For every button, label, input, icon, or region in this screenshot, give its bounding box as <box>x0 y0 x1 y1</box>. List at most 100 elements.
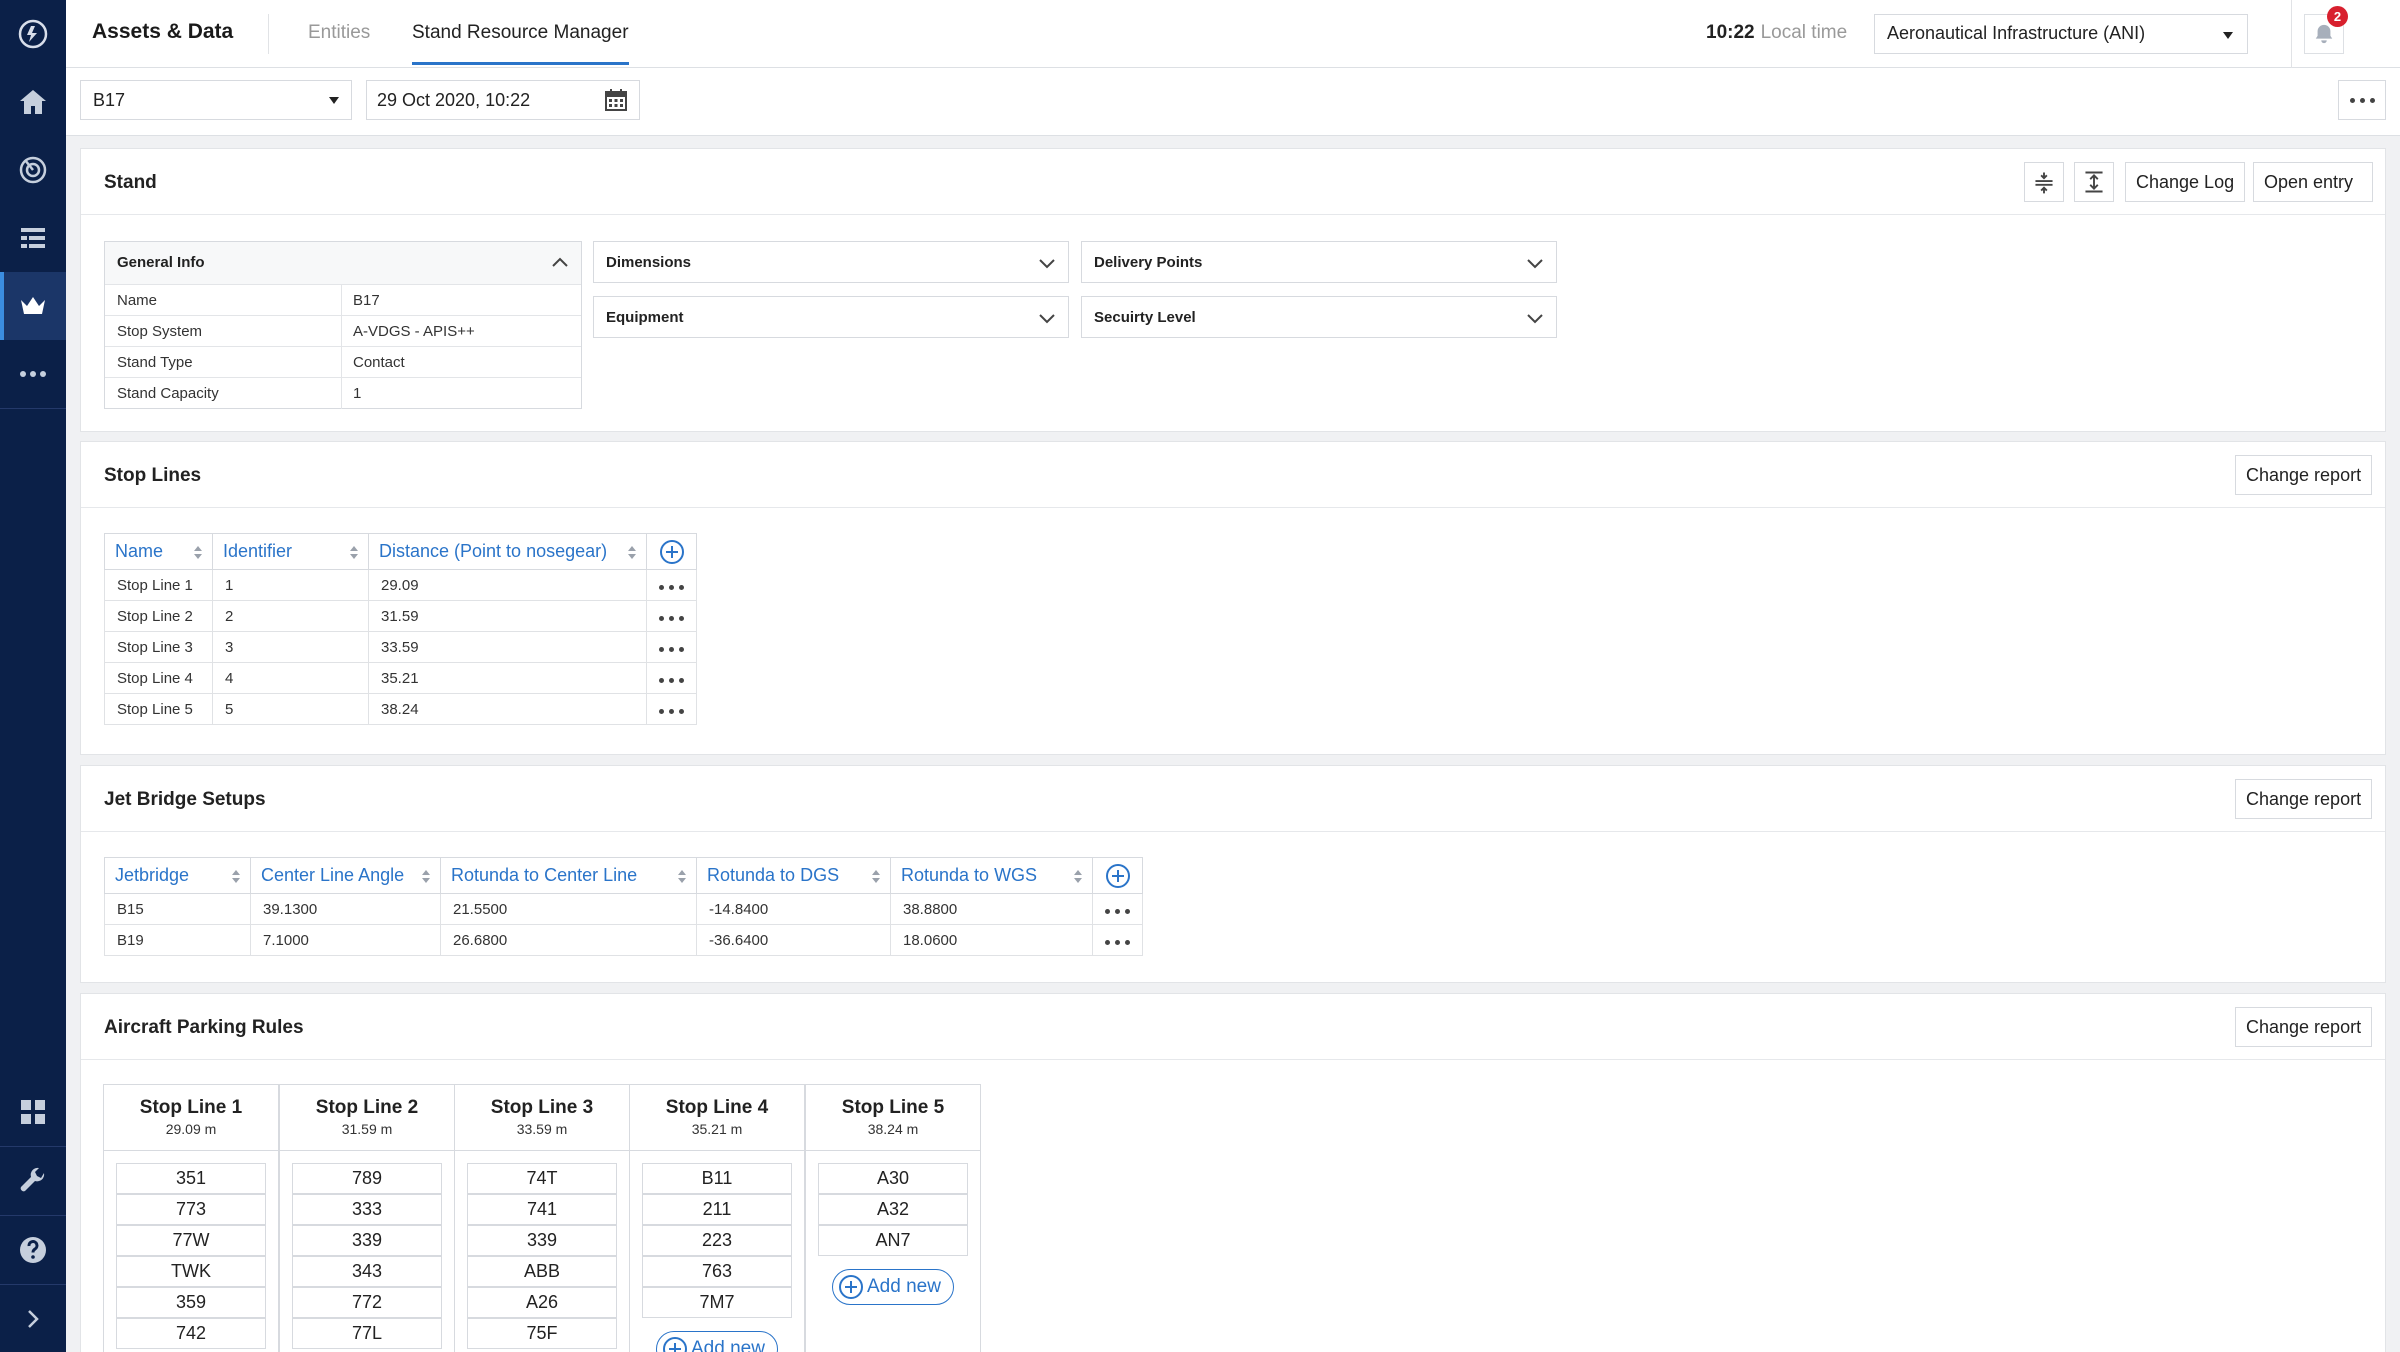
radar-icon[interactable] <box>0 136 66 204</box>
general-info-row: Name B17 <box>105 284 581 316</box>
aircraft-chip[interactable]: 772 <box>292 1287 442 1318</box>
expand-all-button[interactable] <box>2074 162 2114 202</box>
parking-rules-change-report-button[interactable]: Change report <box>2235 1007 2373 1047</box>
aircraft-chip[interactable]: 742 <box>116 1318 266 1349</box>
equipment-title: Equipment <box>606 309 684 326</box>
aircraft-chip[interactable]: 351 <box>116 1163 266 1194</box>
column-header-rotunda-dgs[interactable]: Rotunda to DGS <box>696 857 891 894</box>
aircraft-chip[interactable]: A26 <box>467 1287 617 1318</box>
general-info-card: General Info Name B17 Stop System A-VDGS -… <box>104 241 582 409</box>
open-entry-button[interactable]: Open entry <box>2253 162 2373 202</box>
aircraft-chip[interactable]: ABB <box>467 1256 617 1287</box>
aircraft-chip[interactable]: 77L <box>292 1318 442 1349</box>
row-more-button[interactable] <box>646 693 697 725</box>
column-label: Center Line Angle <box>261 865 405 885</box>
table-row: Stop Line 2 2 31.59 <box>104 600 697 632</box>
aircraft-chip[interactable]: A32 <box>818 1194 968 1225</box>
stop-line-name: Stop Line 1 <box>139 1097 243 1118</box>
crown-icon[interactable] <box>0 272 66 340</box>
bell-icon <box>2315 24 2333 44</box>
general-info-row: Stop System A-VDGS - APIS++ <box>105 315 581 347</box>
expand-icon <box>2085 171 2103 193</box>
sort-icon <box>628 546 636 560</box>
wrench-icon[interactable] <box>0 1147 66 1215</box>
table-row: Stop Line 1 1 29.09 <box>104 569 697 601</box>
add-row-button[interactable] <box>1092 857 1143 894</box>
field-value: A-VDGS - APIS++ <box>353 323 475 340</box>
aircraft-chip[interactable]: 7M7 <box>642 1287 792 1318</box>
add-new-aircraft-button[interactable]: Add new <box>832 1269 954 1305</box>
aircraft-chip[interactable]: A30 <box>818 1163 968 1194</box>
table-row: Stop Line 5 5 38.24 <box>104 693 697 725</box>
stop-lines-change-report-button[interactable]: Change report <box>2235 455 2373 495</box>
aircraft-chip[interactable]: TWK <box>116 1256 266 1287</box>
row-more-button[interactable] <box>646 600 697 632</box>
stand-select[interactable]: B17 <box>80 80 352 120</box>
aircraft-chip[interactable]: 339 <box>467 1225 617 1256</box>
general-info-header[interactable]: General Info <box>105 242 581 284</box>
date-input[interactable] <box>366 80 640 120</box>
list-view-icon[interactable] <box>0 204 66 272</box>
toolbar-more-button[interactable] <box>2338 80 2386 120</box>
column-label: Jetbridge <box>115 865 190 885</box>
field-value: Contact <box>353 354 405 371</box>
row-more-button[interactable] <box>1092 893 1143 925</box>
logo-icon[interactable] <box>0 0 66 68</box>
cell-dgs: -36.6400 <box>696 924 891 956</box>
chevron-down-icon <box>329 97 339 104</box>
column-header-name[interactable]: Name <box>104 533 213 570</box>
cell-angle: 7.1000 <box>250 924 441 956</box>
apps-grid-icon[interactable] <box>0 1078 66 1146</box>
time-value: 10:22 <box>1706 22 1755 43</box>
aircraft-chip[interactable]: 333 <box>292 1194 442 1225</box>
calendar-icon[interactable] <box>604 88 628 112</box>
more-options-icon <box>659 584 684 590</box>
tab-stand-resource-manager[interactable]: Stand Resource Manager <box>412 22 629 65</box>
aircraft-chip[interactable]: 74T <box>467 1163 617 1194</box>
add-row-button[interactable] <box>646 533 697 570</box>
organization-select[interactable]: Aeronautical Infrastructure (ANI) <box>1874 14 2248 54</box>
change-log-button[interactable]: Change Log <box>2125 162 2246 202</box>
row-more-button[interactable] <box>1092 924 1143 956</box>
expand-sidebar-icon[interactable] <box>0 1285 66 1352</box>
aircraft-chip[interactable]: B11 <box>642 1163 792 1194</box>
delivery-points-accordion[interactable]: Delivery Points <box>1081 241 1557 283</box>
aircraft-chip[interactable]: 763 <box>642 1256 792 1287</box>
aircraft-chip[interactable]: 741 <box>467 1194 617 1225</box>
table-row: B15 39.1300 21.5500 -14.8400 38.8800 <box>104 893 1143 925</box>
column-header-jetbridge[interactable]: Jetbridge <box>104 857 251 894</box>
aircraft-chip[interactable]: 773 <box>116 1194 266 1225</box>
home-icon[interactable] <box>0 68 66 136</box>
dimensions-accordion[interactable]: Dimensions <box>593 241 1069 283</box>
security-level-accordion[interactable]: Secuirty Level <box>1081 296 1557 338</box>
column-header-distance[interactable]: Distance (Point to nosegear) <box>368 533 647 570</box>
row-more-button[interactable] <box>646 662 697 694</box>
aircraft-chip[interactable]: 77W <box>116 1225 266 1256</box>
jet-bridge-change-report-button[interactable]: Change report <box>2235 779 2373 819</box>
more-nav-icon[interactable] <box>0 340 66 408</box>
aircraft-chip[interactable]: 359 <box>116 1287 266 1318</box>
column-header-rotunda-center-line[interactable]: Rotunda to Center Line <box>440 857 697 894</box>
equipment-accordion[interactable]: Equipment <box>593 296 1069 338</box>
row-more-button[interactable] <box>646 631 697 663</box>
aircraft-chip[interactable]: 211 <box>642 1194 792 1225</box>
column-header-center-line-angle[interactable]: Center Line Angle <box>250 857 441 894</box>
column-header-identifier[interactable]: Identifier <box>212 533 369 570</box>
aircraft-chip[interactable]: 789 <box>292 1163 442 1194</box>
cell-name: Stop Line 3 <box>104 631 213 663</box>
aircraft-chip[interactable]: 75F <box>467 1318 617 1349</box>
jet-bridge-table: Jetbridge Center Line Angle Rotunda to C… <box>104 857 1143 956</box>
collapse-all-button[interactable] <box>2024 162 2064 202</box>
aircraft-chip[interactable]: 223 <box>642 1225 792 1256</box>
row-more-button[interactable] <box>646 569 697 601</box>
notification-badge: 2 <box>2327 6 2348 27</box>
cell-dgs: -14.8400 <box>696 893 891 925</box>
add-new-aircraft-button[interactable]: Add new <box>656 1331 778 1352</box>
tab-entities[interactable]: Entities <box>308 22 370 44</box>
aircraft-chip[interactable]: 339 <box>292 1225 442 1256</box>
help-icon[interactable] <box>0 1216 66 1284</box>
aircraft-chip[interactable]: 343 <box>292 1256 442 1287</box>
column-header-rotunda-wgs[interactable]: Rotunda to WGS <box>890 857 1093 894</box>
aircraft-chip[interactable]: AN7 <box>818 1225 968 1256</box>
stop-line-distance: 29.09 m <box>165 1121 217 1137</box>
